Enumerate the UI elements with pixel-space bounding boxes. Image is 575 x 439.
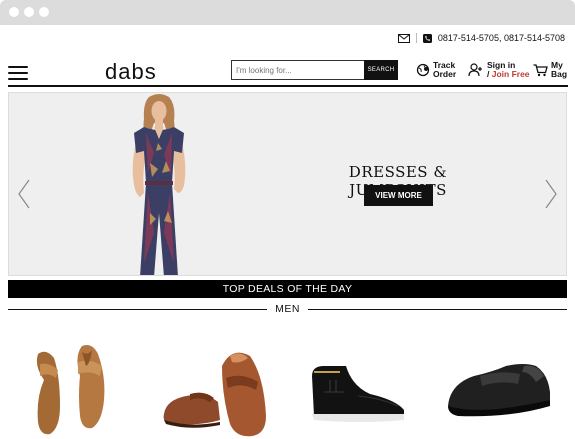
sign-in-link[interactable]: Sign in / Join Free xyxy=(468,61,530,79)
location-globe-icon xyxy=(416,63,430,77)
view-more-button[interactable]: VIEW MORE xyxy=(364,185,433,206)
product-card[interactable] xyxy=(300,336,410,439)
chevron-right-icon[interactable] xyxy=(545,179,557,209)
user-add-icon xyxy=(468,63,484,77)
category-heading: MEN xyxy=(8,302,567,316)
product-card[interactable] xyxy=(26,336,136,439)
product-card[interactable] xyxy=(160,336,270,439)
divider xyxy=(415,33,417,43)
sandal-image xyxy=(36,345,105,435)
browser-chrome xyxy=(0,0,575,25)
divider xyxy=(8,308,268,310)
search-form: SEARCH xyxy=(231,60,398,80)
chevron-left-icon[interactable] xyxy=(18,179,30,209)
menu-icon[interactable] xyxy=(8,66,28,80)
window-dot-icon xyxy=(39,7,49,17)
join-free-link[interactable]: Join Free xyxy=(492,69,530,79)
my-bag-link[interactable]: My Bag xyxy=(533,61,567,79)
header-divider xyxy=(8,85,568,87)
phone-icon xyxy=(422,33,432,43)
slash-separator: / xyxy=(487,69,490,79)
window-dot-icon xyxy=(24,7,34,17)
running-shoe-image xyxy=(448,364,550,417)
high-top-sneaker-image xyxy=(312,366,404,422)
contact-bar: 0817-514-5705, 0817-514-5708 xyxy=(397,31,565,45)
search-button[interactable]: SEARCH xyxy=(364,60,398,80)
site-logo[interactable]: dabs xyxy=(105,59,157,85)
product-card[interactable] xyxy=(440,336,550,439)
phone-numbers[interactable]: 0817-514-5705, 0817-514-5708 xyxy=(438,33,565,43)
loafer-image xyxy=(163,352,266,437)
order-label: Order xyxy=(433,69,457,79)
bag-label: Bag xyxy=(551,69,568,79)
search-input[interactable] xyxy=(231,60,364,80)
track-order-link[interactable]: Track Order xyxy=(416,61,456,79)
window-dot-icon xyxy=(9,7,19,17)
top-deals-heading: TOP DEALS OF THE DAY xyxy=(8,280,567,298)
shopping-cart-icon xyxy=(533,63,548,77)
category-label-men[interactable]: MEN xyxy=(275,303,300,315)
divider xyxy=(307,308,567,310)
hero-banner[interactable]: DRESSES & JUMPSUITS VIEW MORE xyxy=(8,92,567,276)
mail-icon[interactable] xyxy=(397,33,410,43)
site-header: dabs SEARCH Track Order Sign in / Join F… xyxy=(0,52,575,88)
model-image xyxy=(132,94,186,275)
